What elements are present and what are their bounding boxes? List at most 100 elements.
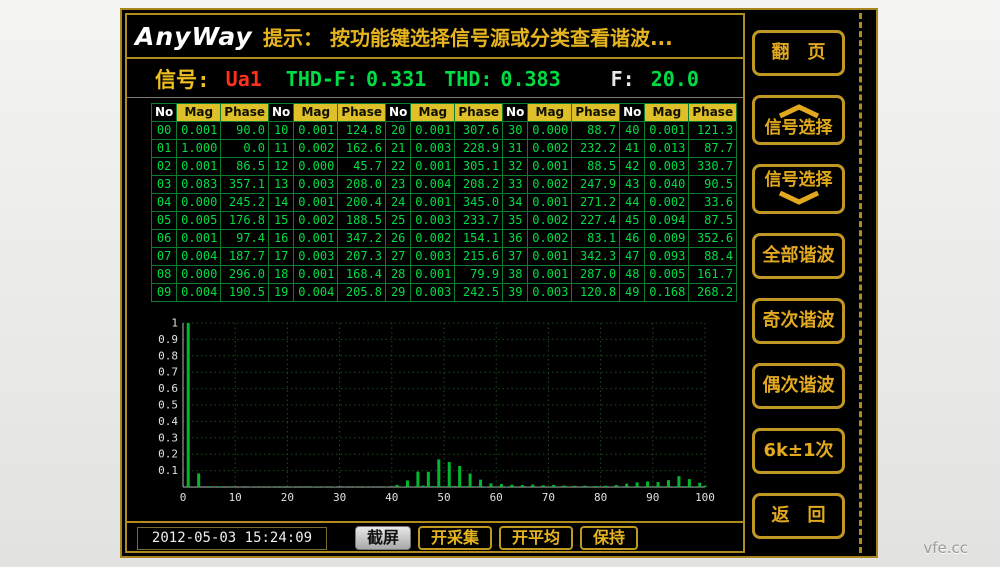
- table-header-cell: No: [386, 104, 411, 122]
- table-cell: 0.000: [177, 266, 221, 284]
- table-row: 080.000296.0180.001168.4280.00179.9380.0…: [152, 266, 737, 284]
- table-cell: 0.001: [177, 230, 221, 248]
- table-cell: 37: [503, 248, 528, 266]
- table-cell: 0.002: [528, 230, 572, 248]
- table-cell: 14: [269, 194, 294, 212]
- table-cell: 0.002: [645, 194, 689, 212]
- table-cell: 24: [386, 194, 411, 212]
- table-cell: 245.2: [221, 194, 269, 212]
- table-cell: 26: [386, 230, 411, 248]
- table-cell: 0.001: [411, 158, 455, 176]
- signal-select-down-button[interactable]: 信号选择: [752, 164, 845, 214]
- svg-text:100: 100: [695, 491, 715, 504]
- table-header-cell: Mag: [177, 104, 221, 122]
- table-cell: 342.3: [572, 248, 620, 266]
- harmonics-bar-chart: 0.10.20.30.40.50.60.70.80.91010203040506…: [147, 315, 731, 515]
- table-cell: 0.002: [528, 212, 572, 230]
- side-button-label: 6k±1次: [763, 441, 833, 461]
- signal-select-up-button[interactable]: 信号选择: [752, 95, 845, 145]
- signal-name: Ua1: [226, 67, 262, 91]
- table-cell: 176.8: [221, 212, 269, 230]
- table-cell: 0.002: [528, 140, 572, 158]
- table-cell: 161.7: [689, 266, 737, 284]
- svg-text:60: 60: [490, 491, 503, 504]
- svg-text:0.7: 0.7: [158, 366, 178, 379]
- bottom-divider: [127, 521, 743, 523]
- table-cell: 25: [386, 212, 411, 230]
- table-cell: 0.003: [294, 248, 338, 266]
- table-cell: 44: [620, 194, 645, 212]
- start-sampling-button[interactable]: 开采集: [418, 526, 492, 550]
- all-harmonics-button[interactable]: 全部谐波: [752, 233, 845, 279]
- table-cell: 31: [503, 140, 528, 158]
- table-header-row: NoMagPhaseNoMagPhaseNoMagPhaseNoMagPhase…: [152, 104, 737, 122]
- side-button-label: 奇次谐波: [763, 311, 835, 331]
- side-button-label: 翻 页: [772, 43, 826, 63]
- table-cell: 0.093: [645, 248, 689, 266]
- table-row: 070.004187.7170.003207.3270.003215.6370.…: [152, 248, 737, 266]
- table-cell: 0.001: [294, 266, 338, 284]
- table-cell: 0.001: [294, 122, 338, 140]
- table-cell: 0.003: [411, 248, 455, 266]
- table-cell: 347.2: [338, 230, 386, 248]
- table-cell: 90.5: [689, 176, 737, 194]
- table-cell: 0.000: [177, 194, 221, 212]
- table-header-cell: Phase: [455, 104, 503, 122]
- table-cell: 0.002: [528, 176, 572, 194]
- table-row: 020.00186.5120.00045.7220.001305.1320.00…: [152, 158, 737, 176]
- page-turn-button[interactable]: 翻 页: [752, 30, 845, 76]
- table-cell: 20: [386, 122, 411, 140]
- table-cell: 227.4: [572, 212, 620, 230]
- table-cell: 0.001: [294, 194, 338, 212]
- table-cell: 0.004: [411, 176, 455, 194]
- table-cell: 162.6: [338, 140, 386, 158]
- table-cell: 10: [269, 122, 294, 140]
- svg-text:70: 70: [542, 491, 555, 504]
- table-header-cell: No: [503, 104, 528, 122]
- signal-label: 信号:: [155, 64, 210, 94]
- table-cell: 03: [152, 176, 177, 194]
- side-button-label: 返 回: [772, 506, 826, 526]
- screenshot-button[interactable]: 截屏: [355, 526, 411, 550]
- even-harmonics-button[interactable]: 偶次谐波: [752, 363, 845, 409]
- table-cell: 09: [152, 284, 177, 302]
- thd-value: 0.383: [500, 67, 560, 91]
- table-cell: 0.002: [294, 212, 338, 230]
- bottom-button-group: 截屏开采集开平均保持: [355, 526, 638, 550]
- table-header-cell: Phase: [689, 104, 737, 122]
- table-cell: 287.0: [572, 266, 620, 284]
- table-cell: 34: [503, 194, 528, 212]
- table-cell: 38: [503, 266, 528, 284]
- table-cell: 79.9: [455, 266, 503, 284]
- table-cell: 36: [503, 230, 528, 248]
- table-cell: 33.6: [689, 194, 737, 212]
- start-averaging-button[interactable]: 开平均: [499, 526, 573, 550]
- table-header-cell: No: [620, 104, 645, 122]
- table-cell: 168.4: [338, 266, 386, 284]
- header-bar: AnyWay 提示： 按功能键选择信号源或分类查看谐波...: [135, 17, 739, 55]
- svg-text:0.5: 0.5: [158, 399, 178, 412]
- table-row: 060.00197.4160.001347.2260.002154.1360.0…: [152, 230, 737, 248]
- table-cell: 215.6: [455, 248, 503, 266]
- signal-summary-row: 信号: Ua1 THD-F: 0.331 THD: 0.383 F: 20.0: [155, 62, 737, 96]
- table-cell: 87.7: [689, 140, 737, 158]
- svg-text:80: 80: [594, 491, 607, 504]
- harmonics-6k1-button[interactable]: 6k±1次: [752, 428, 845, 474]
- table-cell: 45.7: [338, 158, 386, 176]
- table-cell: 22: [386, 158, 411, 176]
- table-cell: 0.001: [411, 266, 455, 284]
- table-cell: 42: [620, 158, 645, 176]
- hold-button[interactable]: 保持: [580, 526, 638, 550]
- return-button[interactable]: 返 回: [752, 493, 845, 539]
- table-header-cell: Phase: [572, 104, 620, 122]
- table-cell: 13: [269, 176, 294, 194]
- table-cell: 02: [152, 158, 177, 176]
- table-cell: 0.001: [411, 194, 455, 212]
- table-cell: 49: [620, 284, 645, 302]
- table-cell: 228.9: [455, 140, 503, 158]
- sidebar-button-column: 翻 页信号选择信号选择全部谐波奇次谐波偶次谐波6k±1次返 回: [752, 30, 845, 539]
- table-cell: 23: [386, 176, 411, 194]
- odd-harmonics-button[interactable]: 奇次谐波: [752, 298, 845, 344]
- table-cell: 0.001: [528, 266, 572, 284]
- thdf-label: THD-F:: [286, 67, 358, 91]
